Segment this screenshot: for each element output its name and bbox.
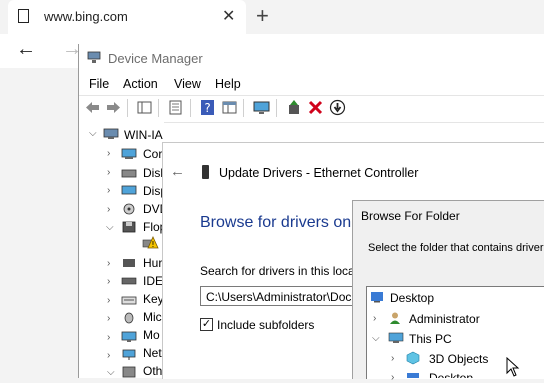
menu-help[interactable]: Help xyxy=(215,77,241,91)
collapse-chevron-icon[interactable]: ⌵ xyxy=(372,333,380,344)
dialog-back-button[interactable]: ← xyxy=(170,163,185,180)
floppy-icon xyxy=(122,221,136,233)
toolbar-separator xyxy=(158,99,159,117)
expand-chevron-icon[interactable]: › xyxy=(107,204,110,215)
browse-folder-title: Browse For Folder xyxy=(361,209,460,223)
menu-view[interactable]: View xyxy=(174,77,201,91)
hid-icon xyxy=(123,259,135,267)
tab-close-icon[interactable]: ✕ xyxy=(222,6,235,26)
ethernet-device-icon xyxy=(202,165,209,179)
browser-back-button[interactable]: ← xyxy=(16,38,36,61)
page-favicon-icon xyxy=(18,9,29,23)
svg-text:?: ? xyxy=(204,101,210,115)
include-subfolders-label: Include subfolders xyxy=(217,318,315,332)
computer-category-icon xyxy=(121,148,137,159)
search-location-label: Search for drivers in this loca xyxy=(200,264,355,278)
device-manager-icon xyxy=(87,51,101,63)
tree-item-network[interactable]: Net xyxy=(143,346,162,360)
expand-chevron-icon[interactable]: › xyxy=(107,332,110,343)
forward-icon[interactable] xyxy=(105,99,122,116)
update-driver-icon[interactable] xyxy=(286,99,303,116)
toolbar-separator xyxy=(276,99,277,117)
ide-controller-icon xyxy=(121,277,137,285)
expand-chevron-icon[interactable]: › xyxy=(107,167,110,178)
network-adapter-icon xyxy=(122,349,136,360)
device-manager-title: Device Manager xyxy=(108,51,203,66)
toolbar-separator xyxy=(190,99,191,117)
expand-chevron-icon[interactable]: › xyxy=(107,276,110,287)
tree-root-label[interactable]: WIN-IA xyxy=(124,128,163,142)
this-pc-icon xyxy=(388,332,404,343)
collapse-chevron-icon[interactable]: ⌵ xyxy=(89,128,97,139)
folder-this-pc[interactable]: This PC xyxy=(409,332,452,346)
svg-text:!: ! xyxy=(151,240,154,249)
display-adapter-icon xyxy=(121,185,137,195)
toolbar-separator xyxy=(243,99,244,117)
mice-icon xyxy=(124,312,134,324)
folder-3d-objects[interactable]: 3D Objects xyxy=(429,352,488,366)
tree-item-computer[interactable]: Cor xyxy=(143,147,162,161)
monitor-icon[interactable] xyxy=(253,99,270,116)
menu-file[interactable]: File xyxy=(89,77,109,91)
expand-chevron-icon[interactable]: › xyxy=(107,313,110,324)
dvd-drive-icon xyxy=(123,203,135,215)
computer-icon xyxy=(103,128,119,139)
disable-icon[interactable] xyxy=(329,99,346,116)
uninstall-icon[interactable] xyxy=(307,99,324,116)
collapse-chevron-icon[interactable]: ⌵ xyxy=(107,367,115,378)
include-subfolders-checkbox[interactable]: ✓ xyxy=(200,318,213,331)
user-folder-icon xyxy=(390,312,400,324)
browse-folder-prompt: Select the folder that contains driver xyxy=(368,242,544,254)
driver-path-input[interactable]: C:\Users\Administrator\Doc xyxy=(200,286,370,306)
disk-drive-icon xyxy=(121,169,137,178)
properties-icon[interactable] xyxy=(167,99,184,116)
show-hide-tree-icon[interactable] xyxy=(136,99,153,116)
expand-chevron-icon[interactable]: › xyxy=(391,353,394,364)
other-devices-icon xyxy=(122,366,136,378)
tree-item-keyboards[interactable]: Key xyxy=(143,292,164,306)
warning-device-icon[interactable]: ! xyxy=(141,236,159,250)
browse-heading: Browse for drivers on xyxy=(200,214,352,231)
expand-chevron-icon[interactable]: › xyxy=(373,313,376,324)
folder-desktop[interactable]: Desktop xyxy=(390,291,434,305)
folder-desktop-sub[interactable]: Desktop xyxy=(429,371,473,378)
tree-item-other[interactable]: Oth xyxy=(143,364,162,378)
folder-administrator[interactable]: Administrator xyxy=(409,312,480,326)
expand-chevron-icon[interactable]: › xyxy=(107,295,110,306)
monitors-icon xyxy=(121,331,137,342)
expand-chevron-icon[interactable]: › xyxy=(107,350,110,361)
new-tab-button[interactable]: + xyxy=(256,3,269,29)
toolbar-separator xyxy=(127,99,128,117)
expand-chevron-icon[interactable]: › xyxy=(107,148,110,159)
back-icon[interactable] xyxy=(84,99,101,116)
menu-action[interactable]: Action xyxy=(123,77,158,91)
expand-chevron-icon[interactable]: › xyxy=(107,258,110,269)
desktop-folder-icon xyxy=(371,292,383,303)
expand-chevron-icon[interactable]: › xyxy=(107,185,110,196)
desktop-subfolder-icon xyxy=(407,373,419,378)
mouse-cursor-icon xyxy=(506,357,520,377)
tree-item-hid[interactable]: Hur xyxy=(143,256,162,270)
tree-item-ide[interactable]: IDE xyxy=(143,274,163,288)
3d-objects-icon xyxy=(406,351,420,365)
tree-item-mice[interactable]: Mic xyxy=(143,310,162,324)
browser-tab-title: www.bing.com xyxy=(44,9,128,24)
collapse-chevron-icon[interactable]: ⌵ xyxy=(106,222,114,233)
help-icon[interactable]: ? xyxy=(199,99,216,116)
keyboard-icon xyxy=(121,296,137,305)
tree-item-monitors[interactable]: Mo xyxy=(143,328,160,342)
update-drivers-title: Update Drivers - Ethernet Controller xyxy=(219,166,419,180)
action-icon[interactable] xyxy=(221,99,238,116)
